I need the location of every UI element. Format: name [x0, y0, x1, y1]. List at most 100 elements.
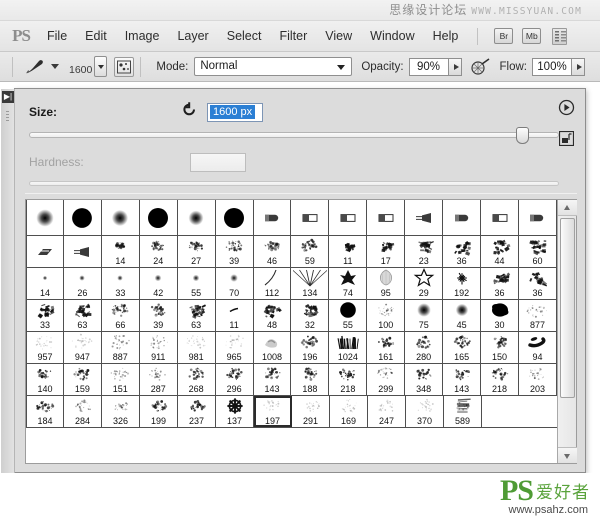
brush-preset-cell[interactable]: 957 — [26, 332, 64, 363]
brush-preset-cell[interactable]: 589 — [444, 396, 482, 427]
brush-preset-cell[interactable]: 326 — [102, 396, 140, 427]
brush-preset-cell[interactable]: 268 — [177, 364, 216, 395]
brush-size-preview[interactable]: 1600 — [69, 56, 108, 77]
menu-item-window[interactable]: Window — [361, 21, 423, 52]
brush-preset-cell[interactable]: 45 — [443, 300, 482, 331]
brush-preset-cell[interactable]: 140 — [26, 364, 64, 395]
brush-preset-cell[interactable] — [63, 200, 102, 235]
brush-preset-cell[interactable]: 218 — [481, 364, 519, 395]
brush-preset-cell[interactable]: 63 — [63, 300, 102, 331]
scroll-down-icon[interactable] — [558, 447, 577, 463]
reset-brush-icon[interactable] — [181, 101, 198, 123]
brush-preset-cell[interactable]: 192 — [443, 268, 482, 299]
brush-preset-cell[interactable]: 348 — [405, 364, 444, 395]
brush-preset-cell[interactable] — [139, 200, 178, 235]
brush-preset-cell[interactable]: 23 — [405, 236, 444, 267]
menu-item-help[interactable]: Help — [424, 21, 468, 52]
brush-preset-cell[interactable]: 947 — [63, 332, 102, 363]
brush-preset-cell[interactable]: 143 — [443, 364, 482, 395]
brush-preset-cell[interactable]: 137 — [216, 396, 254, 427]
brush-preset-cell[interactable]: 27 — [177, 236, 216, 267]
brush-preset-cell[interactable] — [253, 200, 292, 235]
brush-preset-cell[interactable]: 143 — [253, 364, 292, 395]
brush-preset-cell[interactable] — [367, 200, 406, 235]
brush-preset-cell[interactable]: 17 — [367, 236, 406, 267]
brush-preset-cell[interactable]: 59 — [291, 236, 330, 267]
brush-preset-cell[interactable]: 199 — [140, 396, 178, 427]
brush-preset-cell[interactable]: 60 — [519, 236, 557, 267]
panel-grip[interactable]: ▶| — [1, 89, 15, 474]
brush-preset-cell[interactable]: 1024 — [329, 332, 368, 363]
panel-collapse-icon[interactable]: ▶| — [2, 91, 14, 103]
brush-preset-cell[interactable] — [329, 200, 368, 235]
brush-preset-cell[interactable]: 55 — [329, 300, 368, 331]
brush-preset-cell[interactable]: 161 — [367, 332, 406, 363]
brush-preset-cell[interactable]: 94 — [519, 332, 557, 363]
brush-preset-cell[interactable]: 188 — [291, 364, 330, 395]
brush-preset-cell[interactable]: 877 — [519, 300, 557, 331]
brush-picker-dropdown-icon[interactable] — [94, 56, 108, 77]
brush-preset-cell[interactable] — [291, 200, 330, 235]
brush-preset-cell[interactable] — [405, 200, 444, 235]
brush-preset-cell[interactable]: 44 — [481, 236, 519, 267]
brush-preset-cell[interactable]: 70 — [215, 268, 254, 299]
menu-item-filter[interactable]: Filter — [270, 21, 316, 52]
brush-preset-cell[interactable]: 370 — [406, 396, 444, 427]
blend-mode-select[interactable]: Normal — [194, 57, 353, 76]
brush-preset-cell[interactable]: 151 — [101, 364, 140, 395]
brush-grid-scrollbar[interactable] — [557, 200, 577, 463]
opacity-flyout-icon[interactable] — [447, 57, 462, 76]
brush-preset-cell[interactable]: 184 — [26, 396, 64, 427]
size-slider-track[interactable] — [29, 132, 559, 138]
brush-preset-cell[interactable]: 287 — [139, 364, 178, 395]
brush-preset-cell[interactable]: 197 — [254, 396, 292, 427]
brush-preset-cell[interactable]: 32 — [291, 300, 330, 331]
brush-preset-cell[interactable] — [26, 200, 64, 235]
brush-preset-cell[interactable]: 74 — [329, 268, 368, 299]
brush-preset-cell[interactable]: 981 — [177, 332, 216, 363]
brush-preset-cell[interactable]: 112 — [253, 268, 292, 299]
brush-preset-cell[interactable]: 24 — [139, 236, 178, 267]
panel-menu-icon[interactable] — [558, 99, 575, 116]
brush-preset-cell[interactable]: 296 — [215, 364, 254, 395]
brush-preset-cell[interactable]: 965 — [215, 332, 254, 363]
brush-grid-scroll-area[interactable]: 14 24 27 39 46 59 11 17 23 36 44 60 14 26 33 42 55 70 112 1… — [26, 200, 557, 463]
brush-preset-cell[interactable]: 14 — [101, 236, 140, 267]
brush-preset-cell[interactable]: 203 — [519, 364, 557, 395]
brush-tool-icon[interactable] — [23, 56, 47, 78]
brush-preset-cell[interactable]: 284 — [64, 396, 102, 427]
brush-preset-cell[interactable] — [101, 200, 140, 235]
brush-preset-cell[interactable]: 39 — [215, 236, 254, 267]
menu-item-select[interactable]: Select — [218, 21, 271, 52]
brush-preset-cell[interactable]: 33 — [26, 300, 64, 331]
mini-bridge-button[interactable]: Mb — [522, 28, 542, 44]
brush-preset-cell[interactable]: 299 — [367, 364, 406, 395]
brush-preset-cell[interactable]: 63 — [177, 300, 216, 331]
brush-preset-cell[interactable] — [26, 236, 64, 267]
brush-preset-cell[interactable]: 11 — [215, 300, 254, 331]
brush-preset-cell[interactable]: 29 — [405, 268, 444, 299]
brush-preset-cell[interactable]: 1008 — [253, 332, 292, 363]
brush-preset-cell[interactable]: 14 — [26, 268, 64, 299]
toggle-brush-panel-button[interactable] — [114, 56, 135, 77]
brush-preset-cell[interactable]: 66 — [101, 300, 140, 331]
scrollbar-thumb[interactable] — [560, 218, 575, 398]
brush-preset-cell[interactable]: 247 — [368, 396, 406, 427]
brush-preset-cell[interactable]: 280 — [405, 332, 444, 363]
brush-preset-cell[interactable] — [177, 200, 216, 235]
brush-preset-cell[interactable]: 196 — [291, 332, 330, 363]
brush-preset-cell[interactable]: 150 — [481, 332, 519, 363]
opacity-input[interactable]: 90% — [408, 57, 448, 76]
brush-preset-cell[interactable]: 46 — [253, 236, 292, 267]
new-brush-preset-icon[interactable] — [558, 130, 575, 147]
bridge-button[interactable]: Br — [494, 28, 514, 44]
brush-preset-cell[interactable]: 134 — [291, 268, 330, 299]
workspace-switcher-icon[interactable] — [552, 27, 568, 45]
brush-preset-cell[interactable]: 165 — [443, 332, 482, 363]
brush-preset-cell[interactable] — [215, 200, 254, 235]
brush-preset-cell[interactable]: 36 — [443, 236, 482, 267]
panel-drag-dots-icon[interactable] — [6, 111, 9, 121]
menu-item-file[interactable]: File — [38, 21, 76, 52]
brush-preset-cell[interactable]: 100 — [367, 300, 406, 331]
brush-preset-cell[interactable]: 36 — [481, 268, 519, 299]
